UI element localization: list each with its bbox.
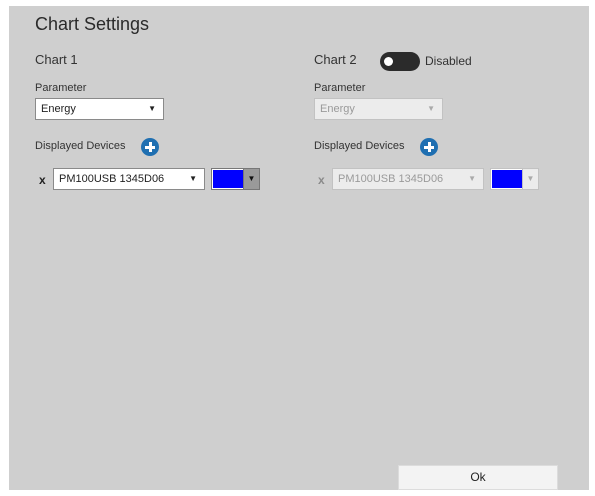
chart1-device-color-select[interactable]: ▼	[211, 168, 260, 190]
toggle-knob	[384, 57, 393, 66]
chart1-device-name: PM100USB 1345D06	[59, 173, 165, 185]
chart1-device-select[interactable]: PM100USB 1345D06 ▼	[53, 168, 205, 190]
chart1-parameter-label: Parameter	[35, 82, 87, 94]
chevron-down-icon: ▼	[427, 104, 435, 113]
chart2-enable-toggle[interactable]	[380, 52, 420, 71]
color-swatch	[213, 170, 243, 188]
add-device-icon[interactable]	[420, 138, 438, 156]
chevron-down-icon: ▼	[189, 174, 197, 183]
chart2-toggle-state: Disabled	[425, 54, 472, 68]
chart-settings-dialog: Chart Settings Chart 1 Parameter Energy …	[9, 6, 589, 490]
chevron-down-icon[interactable]: ▼	[243, 169, 259, 189]
add-device-icon[interactable]	[141, 138, 159, 156]
dialog-title: Chart Settings	[35, 14, 150, 34]
remove-device-icon[interactable]: x	[318, 173, 325, 187]
chart2-parameter-value: Energy	[320, 103, 355, 115]
remove-device-icon[interactable]: x	[39, 173, 46, 187]
chart2-devices-label: Displayed Devices	[314, 140, 405, 152]
chart2-device-color-select[interactable]: ▼	[490, 168, 539, 190]
chart2-device-select[interactable]: PM100USB 1345D06 ▼	[332, 168, 484, 190]
chart2-parameter-label: Parameter	[314, 82, 366, 94]
chart2-device-name: PM100USB 1345D06	[338, 173, 444, 185]
chart1-parameter-select[interactable]: Energy ▼	[35, 98, 164, 120]
chart2-parameter-select[interactable]: Energy ▼	[314, 98, 443, 120]
chart1-devices-label: Displayed Devices	[35, 140, 126, 152]
chevron-down-icon: ▼	[148, 104, 156, 113]
chevron-down-icon[interactable]: ▼	[522, 169, 538, 189]
ok-button[interactable]: Ok	[398, 465, 558, 490]
chart1-label: Chart 1	[35, 52, 78, 67]
chevron-down-icon: ▼	[468, 174, 476, 183]
chart2-label: Chart 2	[314, 52, 357, 67]
color-swatch	[492, 170, 522, 188]
chart1-parameter-value: Energy	[41, 103, 76, 115]
